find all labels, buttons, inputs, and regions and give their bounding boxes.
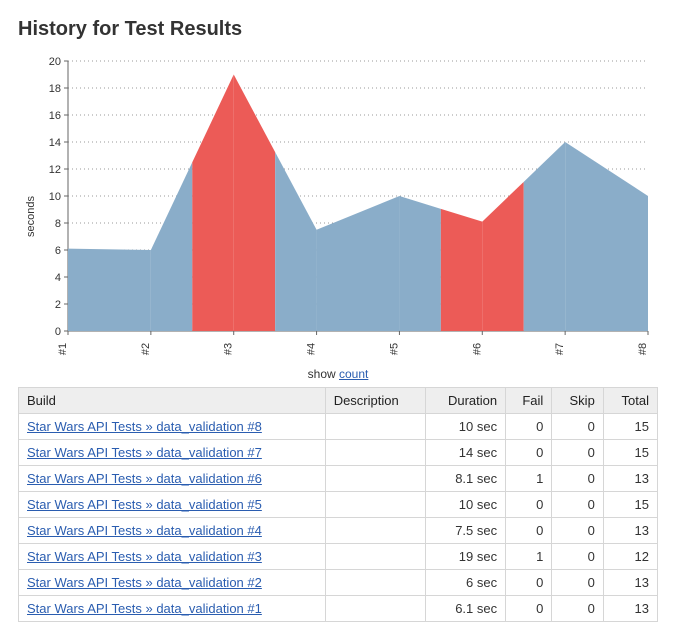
cell-fail: 0	[506, 518, 552, 544]
show-count-link[interactable]: count	[339, 367, 368, 381]
col-duration: Duration	[425, 388, 506, 414]
svg-text:4: 4	[55, 272, 61, 284]
svg-text:#5: #5	[388, 343, 400, 355]
svg-text:#2: #2	[140, 343, 152, 355]
cell-total: 15	[603, 440, 657, 466]
cell-duration: 14 sec	[425, 440, 506, 466]
cell-duration: 6 sec	[425, 570, 506, 596]
cell-description	[325, 440, 425, 466]
col-total: Total	[603, 388, 657, 414]
build-link[interactable]: Star Wars API Tests » data_validation #6	[27, 471, 262, 486]
cell-description	[325, 414, 425, 440]
table-row: Star Wars API Tests » data_validation #8…	[19, 414, 658, 440]
page-title: History for Test Results	[18, 18, 658, 41]
results-table: Build Description Duration Fail Skip Tot…	[18, 387, 658, 622]
build-link[interactable]: Star Wars API Tests » data_validation #7	[27, 445, 262, 460]
table-row: Star Wars API Tests » data_validation #4…	[19, 518, 658, 544]
cell-total: 12	[603, 544, 657, 570]
cell-skip: 0	[552, 492, 604, 518]
cell-skip: 0	[552, 440, 604, 466]
svg-text:#3: #3	[223, 343, 235, 355]
build-link[interactable]: Star Wars API Tests » data_validation #4	[27, 523, 262, 538]
cell-duration: 19 sec	[425, 544, 506, 570]
svg-text:2: 2	[55, 299, 61, 311]
cell-description	[325, 492, 425, 518]
table-row: Star Wars API Tests » data_validation #2…	[19, 570, 658, 596]
chart-y-axis-label: seconds	[25, 196, 37, 237]
cell-fail: 0	[506, 492, 552, 518]
svg-text:10: 10	[49, 191, 61, 203]
cell-skip: 0	[552, 466, 604, 492]
table-row: Star Wars API Tests » data_validation #6…	[19, 466, 658, 492]
col-build: Build	[19, 388, 326, 414]
table-row: Star Wars API Tests » data_validation #5…	[19, 492, 658, 518]
svg-text:6: 6	[55, 245, 61, 257]
cell-skip: 0	[552, 414, 604, 440]
duration-history-chart: 0 2 4 6 8 10 12 14 16 18 20 seconds #1 #2 #3 #4 #5 #6 #7 #8	[18, 51, 658, 361]
build-link[interactable]: Star Wars API Tests » data_validation #1	[27, 601, 262, 616]
show-label: show	[308, 367, 339, 381]
cell-fail: 0	[506, 440, 552, 466]
cell-duration: 10 sec	[425, 492, 506, 518]
cell-total: 15	[603, 492, 657, 518]
cell-fail: 0	[506, 414, 552, 440]
table-header-row: Build Description Duration Fail Skip Tot…	[19, 388, 658, 414]
build-link[interactable]: Star Wars API Tests » data_validation #5	[27, 497, 262, 512]
col-description: Description	[325, 388, 425, 414]
svg-text:0: 0	[55, 326, 61, 338]
svg-text:#1: #1	[57, 343, 69, 355]
svg-text:#7: #7	[554, 343, 566, 355]
svg-text:16: 16	[49, 110, 61, 122]
cell-skip: 0	[552, 570, 604, 596]
cell-duration: 10 sec	[425, 414, 506, 440]
svg-text:20: 20	[49, 56, 61, 68]
cell-description	[325, 518, 425, 544]
table-row: Star Wars API Tests » data_validation #3…	[19, 544, 658, 570]
build-link[interactable]: Star Wars API Tests » data_validation #2	[27, 575, 262, 590]
cell-fail: 1	[506, 544, 552, 570]
cell-description	[325, 466, 425, 492]
cell-duration: 7.5 sec	[425, 518, 506, 544]
cell-total: 13	[603, 466, 657, 492]
svg-text:14: 14	[49, 137, 61, 149]
cell-fail: 1	[506, 466, 552, 492]
svg-text:#4: #4	[306, 343, 318, 355]
build-link[interactable]: Star Wars API Tests » data_validation #8	[27, 419, 262, 434]
svg-text:#6: #6	[471, 343, 483, 355]
cell-total: 13	[603, 518, 657, 544]
col-skip: Skip	[552, 388, 604, 414]
cell-skip: 0	[552, 544, 604, 570]
svg-text:12: 12	[49, 164, 61, 176]
table-row: Star Wars API Tests » data_validation #7…	[19, 440, 658, 466]
show-count-row: show count	[18, 367, 658, 381]
cell-fail: 0	[506, 570, 552, 596]
cell-duration: 8.1 sec	[425, 466, 506, 492]
svg-text:#8: #8	[637, 343, 649, 355]
cell-description	[325, 544, 425, 570]
col-fail: Fail	[506, 388, 552, 414]
cell-description	[325, 570, 425, 596]
build-link[interactable]: Star Wars API Tests » data_validation #3	[27, 549, 262, 564]
cell-total: 13	[603, 570, 657, 596]
svg-text:18: 18	[49, 83, 61, 95]
svg-text:8: 8	[55, 218, 61, 230]
cell-total: 15	[603, 414, 657, 440]
cell-skip: 0	[552, 518, 604, 544]
